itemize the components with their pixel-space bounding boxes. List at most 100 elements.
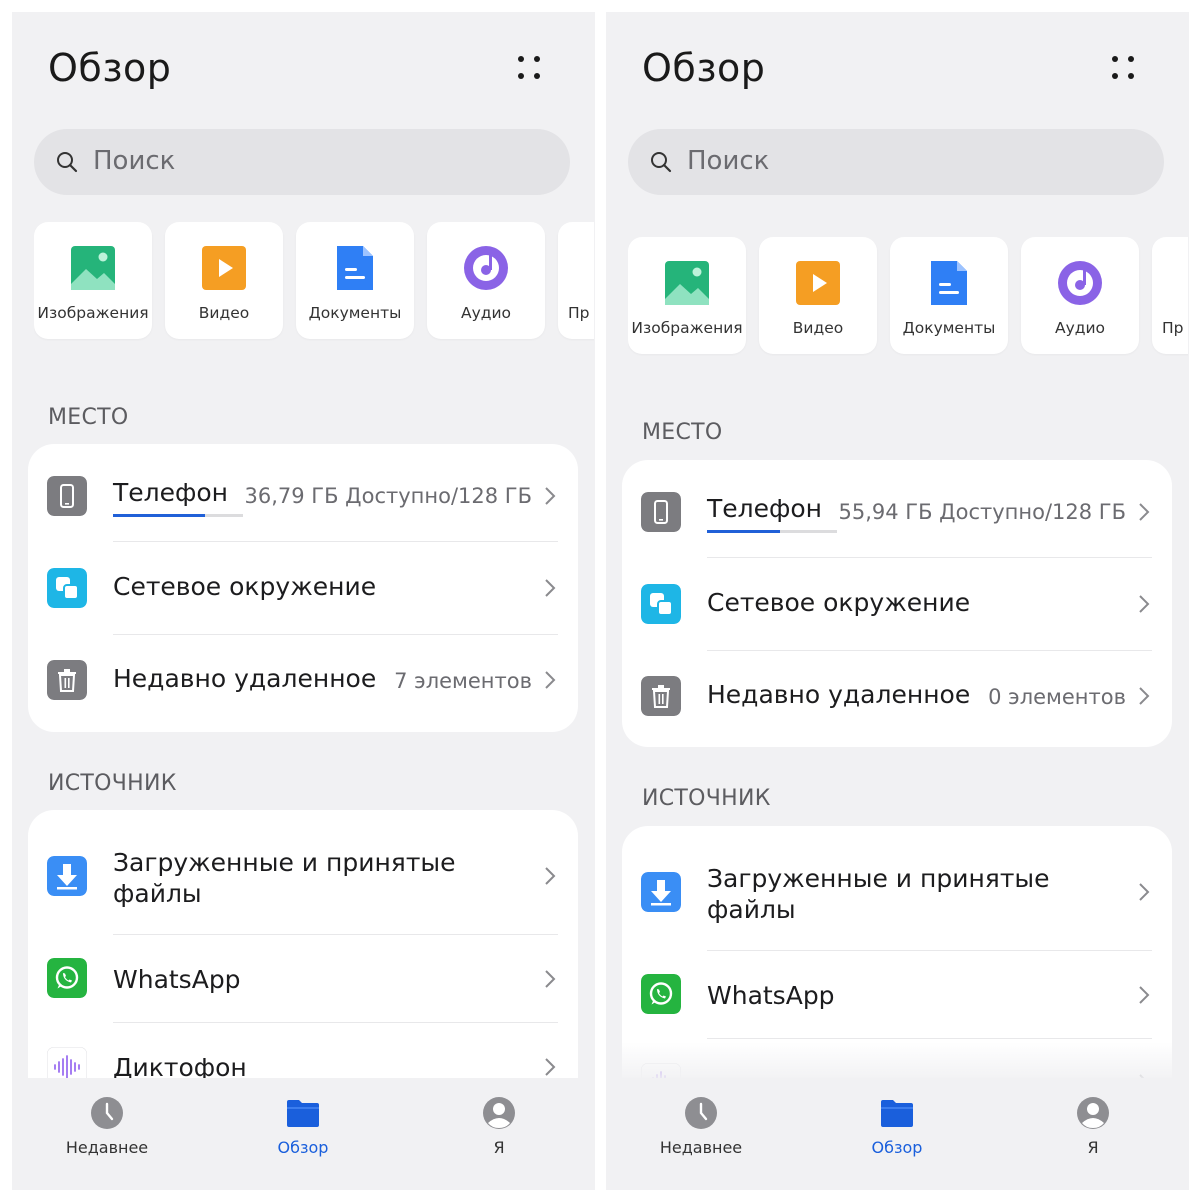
category-audio[interactable]: Аудио [1021, 237, 1139, 354]
phone-icon [47, 476, 87, 516]
downloads-label-line1: Загруженные и принятые [113, 848, 456, 877]
deleted-count: 0 элементов [988, 685, 1126, 709]
section-source-label: ИСТОЧНИК [642, 786, 771, 811]
search-input[interactable]: Поиск [628, 129, 1164, 195]
download-icon [641, 872, 681, 912]
phone-label: Телефон [707, 494, 823, 523]
category-label: Пр [1162, 319, 1184, 337]
folder-icon [881, 1100, 913, 1127]
image-icon [71, 246, 115, 290]
deleted-label: Недавно удаленное [113, 664, 377, 693]
nav-browse[interactable]: Обзор [208, 1078, 398, 1190]
location-network-row[interactable]: Сетевое окружение [28, 542, 578, 634]
source-downloads-row[interactable]: Загруженные и принятые файлы [28, 810, 578, 934]
category-label: Изображения [631, 319, 743, 337]
phone-screen-right: Обзор Поиск Изображения Видео Документы … [606, 12, 1189, 1190]
source-whatsapp-row[interactable]: WhatsApp [622, 951, 1172, 1038]
nav-recent[interactable]: Недавнее [12, 1078, 202, 1190]
clock-icon [91, 1097, 123, 1129]
category-more[interactable]: Пр [1152, 237, 1188, 354]
folder-icon [287, 1100, 319, 1127]
document-icon [337, 246, 373, 290]
deleted-label: Недавно удаленное [707, 680, 971, 709]
nav-me[interactable]: Я [998, 1078, 1188, 1190]
location-network-row[interactable]: Сетевое окружение [622, 558, 1172, 650]
nav-recent-label: Недавнее [65, 1138, 149, 1157]
location-card: Телефон 55,94 ГБ Доступно/128 ГБ Сетевое… [622, 460, 1172, 747]
nav-me-label: Я [493, 1138, 505, 1157]
category-label: Документы [902, 319, 996, 337]
chevron-right-icon [1139, 687, 1150, 705]
storage-value: 55,94 ГБ Доступно/128 ГБ [838, 500, 1127, 524]
storage-progress-bar [707, 530, 837, 533]
location-phone-row[interactable]: Телефон 36,79 ГБ Доступно/128 ГБ [28, 444, 578, 540]
search-input[interactable]: Поиск [34, 129, 570, 195]
phone-icon [641, 492, 681, 532]
nav-browse-label: Обзор [871, 1138, 923, 1157]
phone-label: Телефон [113, 478, 229, 507]
category-label: Пр [568, 304, 590, 322]
category-label: Изображения [37, 304, 149, 322]
storage-progress-bar [113, 514, 243, 517]
whatsapp-icon [641, 974, 681, 1014]
deleted-count: 7 элементов [394, 669, 532, 693]
document-icon [931, 261, 967, 305]
download-icon [47, 856, 87, 896]
category-strip: Изображения Видео Документы Аудио Пр [628, 237, 1188, 356]
location-deleted-row[interactable]: Недавно удаленное 0 элементов [622, 651, 1172, 743]
whatsapp-label: WhatsApp [707, 981, 835, 1010]
chevron-right-icon [545, 579, 556, 597]
chevron-right-icon [545, 970, 556, 988]
page-title: Обзор [642, 46, 766, 90]
nav-recent[interactable]: Недавнее [606, 1078, 796, 1190]
bottom-navigation: Недавнее Обзор Я [12, 1078, 595, 1190]
whatsapp-icon [47, 958, 87, 998]
downloads-label-line2: файлы [113, 879, 202, 908]
more-options-icon[interactable] [508, 52, 548, 84]
category-documents[interactable]: Документы [296, 222, 414, 339]
location-card: Телефон 36,79 ГБ Доступно/128 ГБ Сетевое… [28, 444, 578, 732]
category-video[interactable]: Видео [759, 237, 877, 354]
category-images[interactable]: Изображения [628, 237, 746, 354]
search-placeholder: Поиск [93, 146, 176, 176]
network-icon [47, 568, 87, 608]
scroll-fade [606, 1042, 1189, 1082]
category-video[interactable]: Видео [165, 222, 283, 339]
nav-browse[interactable]: Обзор [802, 1078, 992, 1190]
more-options-icon[interactable] [1102, 52, 1142, 84]
chevron-right-icon [1139, 883, 1150, 901]
nav-browse-label: Обзор [277, 1138, 329, 1157]
category-label: Аудио [460, 304, 512, 322]
storage-value: 36,79 ГБ Доступно/128 ГБ [244, 484, 533, 508]
category-label: Документы [308, 304, 402, 322]
nav-me[interactable]: Я [404, 1078, 594, 1190]
downloads-label-line2: файлы [707, 895, 796, 924]
image-icon [665, 261, 709, 305]
trash-icon [641, 676, 681, 716]
chevron-right-icon [545, 487, 556, 505]
category-images[interactable]: Изображения [34, 222, 152, 339]
category-strip: Изображения Видео Документы Аудио Пр [34, 222, 594, 341]
chevron-right-icon [1139, 503, 1150, 521]
location-phone-row[interactable]: Телефон 55,94 ГБ Доступно/128 ГБ [622, 460, 1172, 556]
user-icon [1077, 1097, 1109, 1129]
user-icon [483, 1097, 515, 1129]
video-icon [796, 261, 840, 305]
audio-icon [1058, 261, 1102, 305]
source-downloads-row[interactable]: Загруженные и принятые файлы [622, 826, 1172, 950]
bottom-navigation: Недавнее Обзор Я [606, 1078, 1189, 1190]
category-documents[interactable]: Документы [890, 237, 1008, 354]
search-placeholder: Поиск [687, 146, 770, 176]
source-whatsapp-row[interactable]: WhatsApp [28, 935, 578, 1022]
section-source-label: ИСТОЧНИК [48, 771, 177, 796]
chevron-right-icon [1139, 595, 1150, 613]
category-more[interactable]: Пр [558, 222, 594, 339]
category-audio[interactable]: Аудио [427, 222, 545, 339]
page-title: Обзор [48, 46, 172, 90]
section-location-label: МЕСТО [48, 405, 129, 430]
category-label: Аудио [1054, 319, 1106, 337]
location-deleted-row[interactable]: Недавно удаленное 7 элементов [28, 635, 578, 727]
whatsapp-label: WhatsApp [113, 965, 241, 994]
clock-icon [685, 1097, 717, 1129]
nav-me-label: Я [1087, 1138, 1099, 1157]
